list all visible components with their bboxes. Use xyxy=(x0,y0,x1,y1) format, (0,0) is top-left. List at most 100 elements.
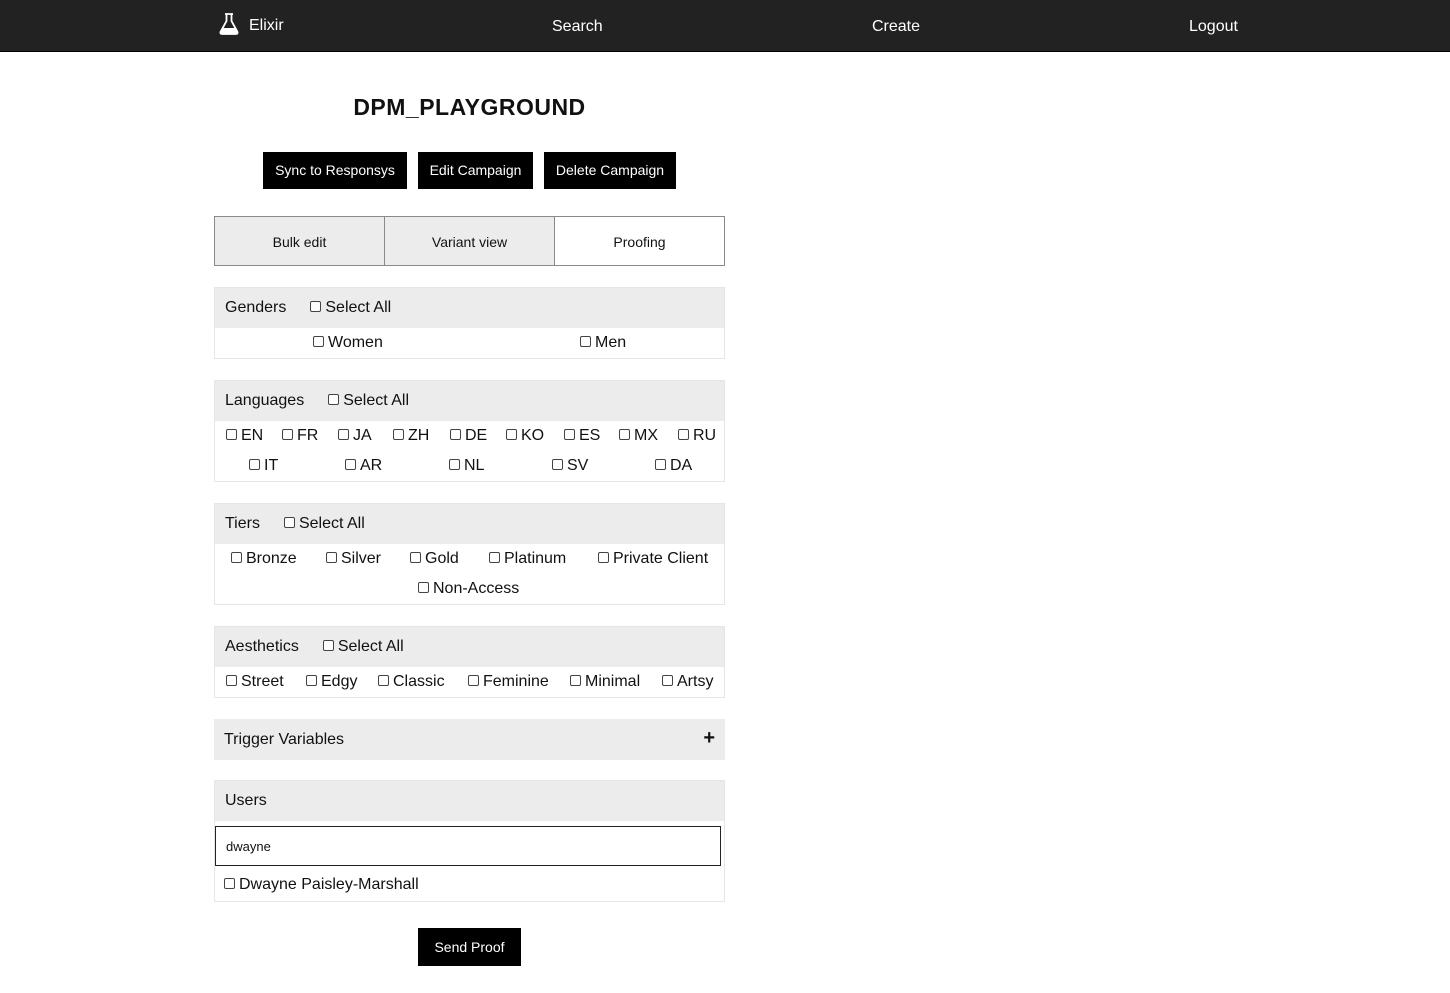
tiers-select-all[interactable]: Select All xyxy=(283,515,365,533)
aesthetic-option-artsy[interactable]: Artsy xyxy=(662,673,713,691)
edit-campaign-button[interactable]: Edit Campaign xyxy=(418,152,533,189)
checkbox[interactable] xyxy=(598,552,609,564)
checkbox[interactable] xyxy=(678,429,689,441)
option-label: IT xyxy=(264,457,279,474)
option-label: EN xyxy=(241,427,264,444)
checkbox[interactable] xyxy=(231,552,242,564)
checkbox[interactable] xyxy=(450,429,461,441)
gender-option-women[interactable]: Women xyxy=(313,334,383,352)
nav-logout-link[interactable]: Logout xyxy=(1189,0,1238,51)
tab-variant-view[interactable]: Variant view xyxy=(385,216,555,266)
tier-option-non-access[interactable]: Non-Access xyxy=(418,580,519,598)
language-option-de[interactable]: DE xyxy=(450,427,487,445)
checkbox[interactable] xyxy=(326,552,337,564)
checkbox[interactable] xyxy=(662,675,673,687)
tier-option-silver[interactable]: Silver xyxy=(326,550,381,568)
aesthetic-option-edgy[interactable]: Edgy xyxy=(306,673,357,691)
send-proof-button[interactable]: Send Proof xyxy=(418,928,521,966)
trigger-variables-section[interactable]: Trigger Variables + xyxy=(214,719,725,760)
checkbox[interactable] xyxy=(418,582,429,594)
checkbox[interactable] xyxy=(570,675,581,687)
aesthetic-option-classic[interactable]: Classic xyxy=(378,673,445,691)
checkbox[interactable] xyxy=(655,459,666,471)
checkbox[interactable] xyxy=(249,459,260,471)
tiers-section: Tiers Select All Bronze Silver Gold Plat… xyxy=(214,503,725,605)
language-option-ru[interactable]: RU xyxy=(678,427,716,445)
checkbox[interactable] xyxy=(552,459,563,471)
checkbox[interactable] xyxy=(564,429,575,441)
tab-bulk-edit[interactable]: Bulk edit xyxy=(214,216,385,266)
language-option-sv[interactable]: SV xyxy=(552,457,588,475)
option-label: Silver xyxy=(341,550,382,567)
brand-link[interactable]: Elixir xyxy=(219,0,284,51)
plus-icon[interactable]: + xyxy=(703,728,715,748)
language-option-da[interactable]: DA xyxy=(655,457,692,475)
language-option-fr[interactable]: FR xyxy=(282,427,318,445)
checkbox[interactable] xyxy=(306,675,317,687)
option-label: DE xyxy=(465,427,488,444)
language-option-es[interactable]: ES xyxy=(564,427,600,445)
language-option-mx[interactable]: MX xyxy=(619,427,658,445)
aesthetics-select-all[interactable]: Select All xyxy=(322,638,404,656)
language-option-ko[interactable]: KO xyxy=(506,427,544,445)
nav-create-link[interactable]: Create xyxy=(872,0,920,51)
checkbox[interactable] xyxy=(328,394,340,406)
checkbox[interactable] xyxy=(282,429,293,441)
option-label: Men xyxy=(595,334,627,351)
tab-proofing[interactable]: Proofing xyxy=(555,216,725,266)
gender-option-men[interactable]: Men xyxy=(580,334,626,352)
tiers-label: Tiers xyxy=(225,515,260,532)
users-header: Users xyxy=(215,781,724,821)
user-search-input[interactable] xyxy=(215,826,721,866)
trigger-variables-label: Trigger Variables xyxy=(224,730,345,748)
checkbox[interactable] xyxy=(226,429,237,441)
aesthetics-section: Aesthetics Select All Street Edgy Classi… xyxy=(214,626,725,698)
language-option-nl[interactable]: NL xyxy=(449,457,484,475)
checkbox[interactable] xyxy=(226,675,237,687)
tier-option-bronze[interactable]: Bronze xyxy=(231,550,297,568)
aesthetic-option-minimal[interactable]: Minimal xyxy=(570,673,640,691)
sync-to-responsys-button[interactable]: Sync to Responsys xyxy=(263,152,407,189)
checkbox[interactable] xyxy=(378,675,389,687)
checkbox[interactable] xyxy=(410,552,421,564)
checkbox[interactable] xyxy=(310,301,322,313)
tier-option-platinum[interactable]: Platinum xyxy=(489,550,566,568)
genders-select-all[interactable]: Select All xyxy=(310,299,391,317)
checkbox[interactable] xyxy=(449,459,460,471)
delete-campaign-button[interactable]: Delete Campaign xyxy=(544,152,676,189)
languages-select-all[interactable]: Select All xyxy=(328,392,409,410)
checkbox[interactable] xyxy=(468,675,479,687)
option-label: SV xyxy=(567,457,589,474)
checkbox[interactable] xyxy=(506,429,517,441)
option-label: KO xyxy=(521,427,545,444)
checkbox[interactable] xyxy=(580,336,591,348)
checkbox[interactable] xyxy=(322,640,334,652)
trigger-variables-header[interactable]: Trigger Variables + xyxy=(214,719,725,760)
select-all-label: Select All xyxy=(343,392,409,409)
checkbox[interactable] xyxy=(619,429,630,441)
checkbox[interactable] xyxy=(338,429,349,441)
language-option-ar[interactable]: AR xyxy=(345,457,382,475)
language-option-en[interactable]: EN xyxy=(226,427,263,445)
user-result-item[interactable]: Dwayne Paisley-Marshall xyxy=(224,876,419,894)
language-option-it[interactable]: IT xyxy=(249,457,278,475)
language-option-ja[interactable]: JA xyxy=(338,427,372,445)
user-name: Dwayne Paisley-Marshall xyxy=(239,876,419,893)
checkbox[interactable] xyxy=(224,878,235,890)
view-tabs: Bulk edit Variant view Proofing xyxy=(214,216,725,266)
checkbox[interactable] xyxy=(393,429,404,441)
nav-search-link[interactable]: Search xyxy=(552,0,603,51)
checkbox[interactable] xyxy=(313,336,324,348)
aesthetic-option-street[interactable]: Street xyxy=(226,673,284,691)
option-label: Artsy xyxy=(677,673,714,690)
checkbox[interactable] xyxy=(283,517,295,529)
option-label: MX xyxy=(634,427,658,444)
tier-option-gold[interactable]: Gold xyxy=(410,550,459,568)
checkbox[interactable] xyxy=(489,552,500,564)
checkbox[interactable] xyxy=(345,459,356,471)
tier-option-private-client[interactable]: Private Client xyxy=(598,550,708,568)
language-option-zh[interactable]: ZH xyxy=(393,427,429,445)
users-label: Users xyxy=(225,792,267,809)
aesthetic-option-feminine[interactable]: Feminine xyxy=(468,673,549,691)
option-label: NL xyxy=(464,457,485,474)
